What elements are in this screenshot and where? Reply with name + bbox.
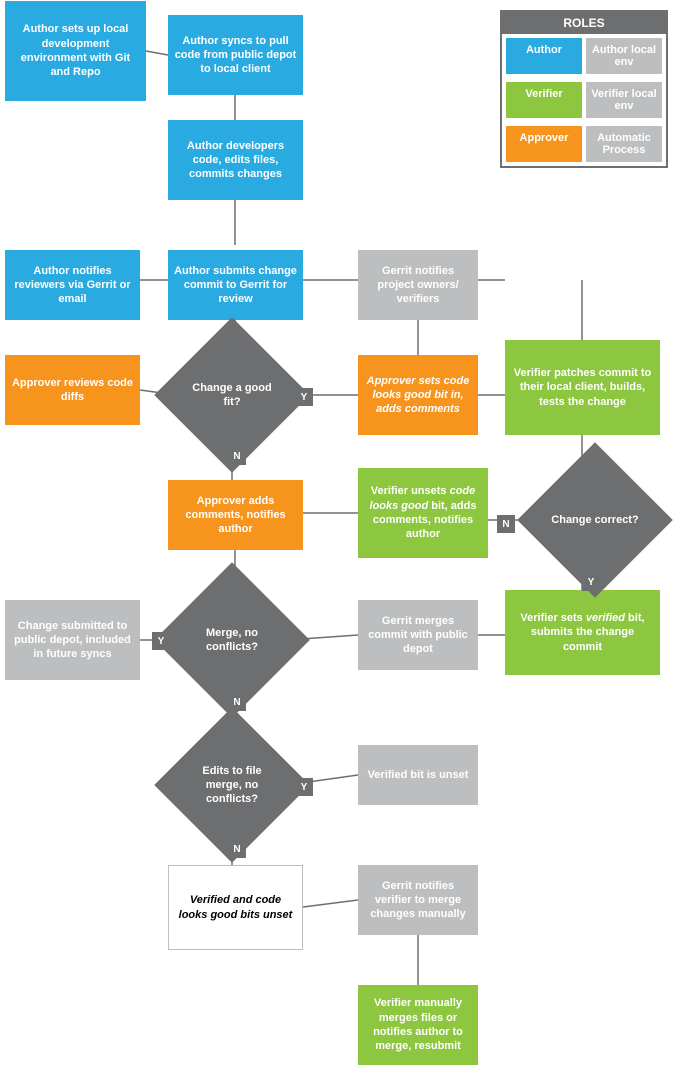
node-n8-text: Approver sets code looks good bit in, ad… — [364, 374, 472, 417]
badge-n1: N — [228, 447, 246, 465]
node-n11: Verifier unsets code looks good bit, add… — [358, 468, 488, 558]
roles-row-1: Author Author local env — [502, 34, 666, 78]
badge-n2: N — [497, 515, 515, 533]
roles-row-2: Verifier Verifier local env — [502, 78, 666, 122]
node-n2: Author syncs to pull code from public de… — [168, 15, 303, 95]
flowchart-diagram: Author sets up local development environ… — [0, 0, 678, 1074]
role-verifier-local-env: Verifier local env — [586, 82, 662, 118]
node-n4: Author notifies reviewers via Gerrit or … — [5, 250, 140, 320]
badge-y4: Y — [295, 778, 313, 796]
node-n3: Author developers code, edits files, com… — [168, 120, 303, 200]
node-n17: Gerrit notifies verifier to merge change… — [358, 865, 478, 935]
roles-row-3: Approver Automatic Process — [502, 122, 666, 166]
node-n10: Approver adds comments, notifies author — [168, 480, 303, 550]
node-n12: Change submitted to public depot, includ… — [5, 600, 140, 680]
role-author-local-env: Author local env — [586, 38, 662, 74]
node-n8: Approver sets code looks good bit in, ad… — [358, 355, 478, 435]
diamond-d1: Change a good fit? — [177, 340, 287, 450]
roles-legend: ROLES Author Author local env Verifier V… — [500, 10, 668, 168]
roles-title: ROLES — [502, 12, 666, 34]
node-n13: Gerrit merges commit with public depot — [358, 600, 478, 670]
node-n7: Approver reviews code diffs — [5, 355, 140, 425]
node-n5: Author submits change commit to Gerrit f… — [168, 250, 303, 320]
diamond-d4: Edits to file merge, no conflicts? — [177, 730, 287, 840]
node-n1: Author sets up local development environ… — [5, 1, 146, 101]
badge-y3: Y — [152, 632, 170, 650]
node-n6: Gerrit notifies project owners/ verifier… — [358, 250, 478, 320]
role-verifier: Verifier — [506, 82, 582, 118]
badge-y1: Y — [295, 388, 313, 406]
badge-n3: N — [228, 693, 246, 711]
node-n16: Verified and code looks good bits unset — [168, 865, 303, 950]
diamond-d2: Change correct? — [540, 465, 650, 575]
role-approver: Approver — [506, 126, 582, 162]
badge-n4: N — [228, 840, 246, 858]
node-n15: Verified bit is unset — [358, 745, 478, 805]
role-automatic-process: Automatic Process — [586, 126, 662, 162]
diamond-d3: Merge, no conflicts? — [177, 585, 287, 695]
node-n14: Verifier sets verified bit, submits the … — [505, 590, 660, 675]
badge-y2: Y — [582, 573, 600, 591]
role-author: Author — [506, 38, 582, 74]
node-n18: Verifier manually merges files or notifi… — [358, 985, 478, 1065]
node-n9: Verifier patches commit to their local c… — [505, 340, 660, 435]
